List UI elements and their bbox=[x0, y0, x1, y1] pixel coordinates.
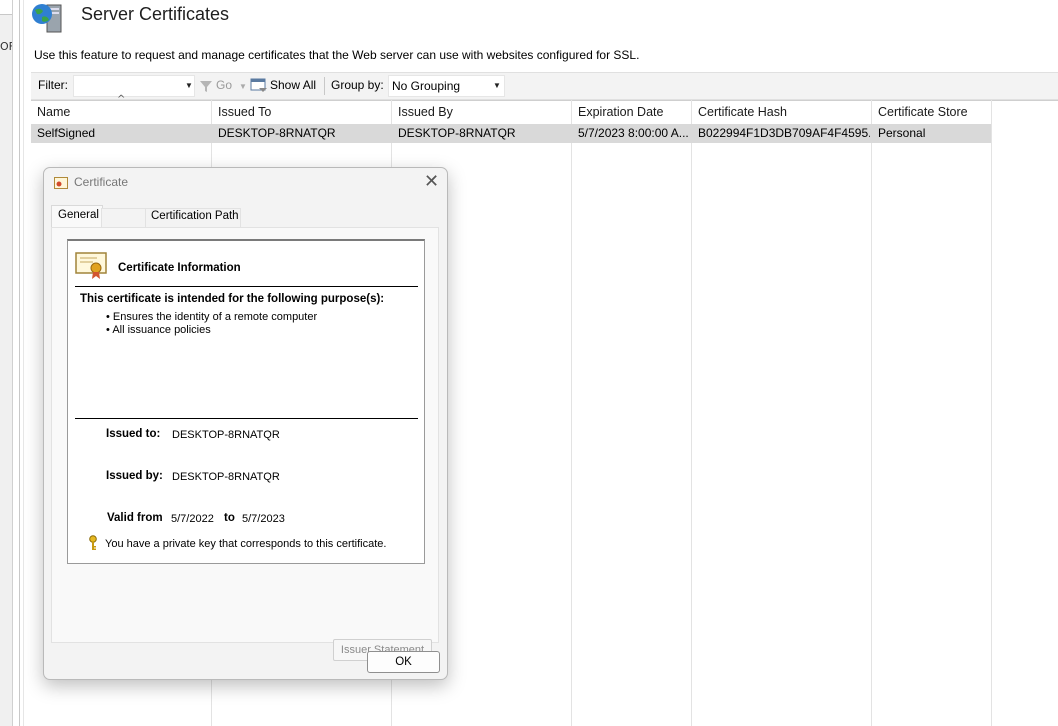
cell-certificate-hash: B022994F1D3DB709AF4F4595... bbox=[698, 126, 870, 140]
tab-certification-path[interactable]: Certification Path bbox=[145, 208, 241, 228]
purpose-item: • All issuance policies bbox=[106, 324, 211, 336]
server-certificates-icon bbox=[32, 4, 62, 33]
go-dropdown-arrow-icon[interactable]: ▼ bbox=[239, 82, 247, 91]
show-all-button[interactable]: Show All bbox=[249, 76, 319, 96]
column-header-issued-to[interactable]: Issued To bbox=[218, 105, 271, 119]
left-pane-fragment: OF bbox=[0, 40, 12, 53]
cell-certificate-store: Personal bbox=[878, 126, 926, 140]
private-key-note: You have a private key that corresponds … bbox=[105, 538, 387, 550]
pane-divider bbox=[23, 0, 24, 726]
column-header-issued-by[interactable]: Issued By bbox=[398, 105, 453, 119]
tab-general-label: General bbox=[58, 209, 99, 221]
column-header-certificate-store[interactable]: Certificate Store bbox=[878, 105, 968, 119]
table-row[interactable]: SelfSigned DESKTOP-8RNATQR DESKTOP-8RNAT… bbox=[31, 124, 991, 143]
group-by-dropdown-arrow-icon: ▼ bbox=[493, 81, 501, 90]
issued-to-value: DESKTOP-8RNATQR bbox=[172, 429, 280, 441]
filter-toolbar: Filter: ▼ Go ▼ Show All Group by: No Gro… bbox=[31, 72, 1058, 100]
valid-from-value: 5/7/2022 bbox=[171, 513, 214, 525]
certificate-title-icon bbox=[54, 177, 68, 189]
column-divider bbox=[871, 100, 872, 726]
certificate-ribbon-icon bbox=[75, 252, 107, 279]
column-header-expiration-date[interactable]: Expiration Date bbox=[578, 105, 663, 119]
dialog-title: Certificate bbox=[74, 175, 129, 189]
go-button[interactable]: Go ▼ bbox=[197, 76, 247, 96]
certificate-info-heading: Certificate Information bbox=[118, 262, 241, 274]
cell-issued-by: DESKTOP-8RNATQR bbox=[398, 126, 516, 140]
page-description: Use this feature to request and manage c… bbox=[34, 48, 640, 62]
group-by-label: Group by: bbox=[331, 78, 384, 92]
pane-splitter[interactable] bbox=[19, 0, 20, 726]
go-label: Go bbox=[216, 78, 233, 92]
tab-certification-path-label: Certification Path bbox=[151, 210, 239, 222]
close-icon[interactable]: ✕ bbox=[424, 171, 439, 192]
table-header: Name Issued To Issued By Expiration Date… bbox=[31, 100, 1058, 125]
divider bbox=[75, 418, 418, 419]
column-divider bbox=[571, 100, 572, 726]
show-all-label: Show All bbox=[270, 78, 317, 92]
purpose-item: • Ensures the identity of a remote compu… bbox=[106, 311, 318, 323]
cell-expiration-date: 5/7/2023 8:00:00 A... bbox=[578, 126, 689, 140]
cell-issued-to: DESKTOP-8RNATQR bbox=[218, 126, 336, 140]
left-pane-strip: OF bbox=[0, 0, 13, 726]
certificate-dialog: Certificate ✕ General Certification Path… bbox=[43, 167, 448, 680]
general-tab-panel: Certificate Information This certificate… bbox=[51, 227, 439, 661]
column-divider bbox=[691, 100, 692, 726]
certificate-info-box: Certificate Information This certificate… bbox=[67, 239, 425, 564]
column-header-certificate-hash[interactable]: Certificate Hash bbox=[698, 105, 787, 119]
toolbar-divider bbox=[324, 77, 325, 95]
issued-to-label: Issued to: bbox=[106, 428, 161, 440]
purpose-heading: This certificate is intended for the fol… bbox=[80, 293, 385, 305]
page-title: Server Certificates bbox=[81, 4, 230, 24]
cell-name: SelfSigned bbox=[37, 126, 96, 140]
divider bbox=[75, 286, 418, 287]
valid-to-value: 5/7/2023 bbox=[242, 513, 285, 525]
left-pane-header bbox=[0, 0, 12, 15]
valid-from-label: Valid from bbox=[107, 512, 163, 524]
tab-general[interactable]: General bbox=[51, 205, 103, 228]
valid-to-label: to bbox=[224, 512, 235, 524]
ok-button[interactable]: OK bbox=[367, 651, 440, 673]
group-by-select[interactable]: No Grouping ▼ bbox=[388, 75, 505, 97]
issued-by-value: DESKTOP-8RNATQR bbox=[172, 471, 280, 483]
column-divider bbox=[991, 100, 992, 726]
tab-details[interactable] bbox=[101, 208, 147, 228]
column-header-name[interactable]: Name bbox=[37, 105, 70, 119]
key-icon bbox=[89, 535, 97, 550]
group-by-value: No Grouping bbox=[392, 79, 461, 93]
filter-label: Filter: bbox=[38, 78, 68, 92]
filter-funnel-icon bbox=[200, 81, 212, 92]
filter-dropdown-arrow-icon[interactable]: ▼ bbox=[185, 81, 193, 90]
filter-input[interactable]: ▼ bbox=[73, 75, 195, 97]
show-all-icon bbox=[250, 78, 267, 92]
issued-by-label: Issued by: bbox=[106, 470, 163, 482]
